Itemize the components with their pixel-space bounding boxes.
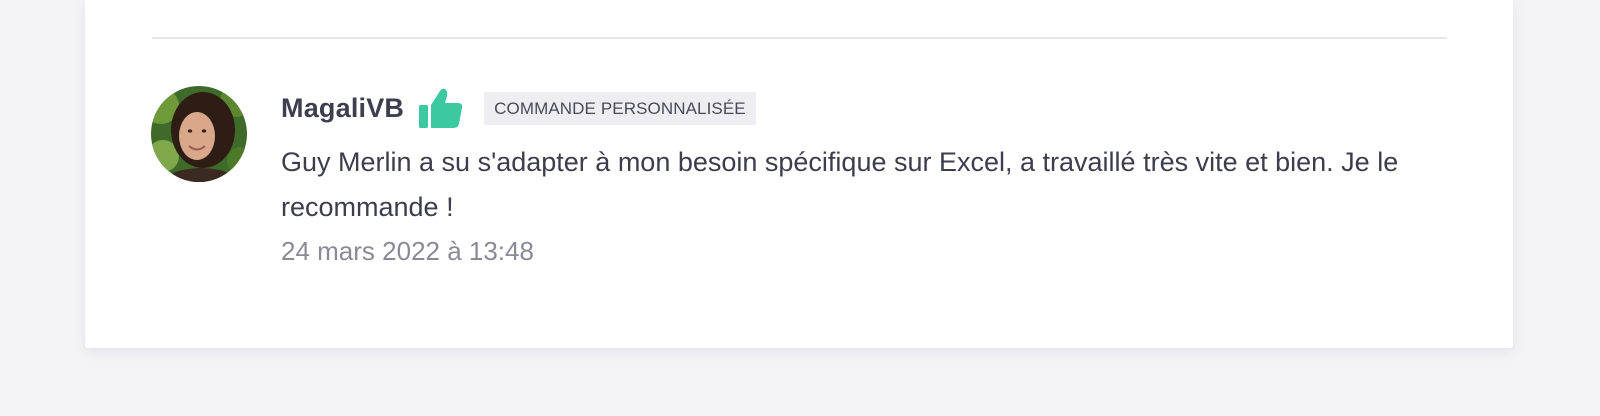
review-text: Guy Merlin a su s'adapter à mon besoin s… — [281, 147, 1399, 222]
avatar[interactable] — [151, 86, 247, 182]
divider — [152, 37, 1447, 39]
review-header: MagaliVB COMMANDE PERSONNALISÉE — [281, 86, 1441, 130]
thumbs-up-icon — [418, 87, 464, 129]
order-type-badge: COMMANDE PERSONNALISÉE — [484, 91, 756, 125]
author-name[interactable]: MagaliVB — [281, 93, 404, 124]
review-content: MagaliVB COMMANDE PERSONNALISÉE Guy Merl… — [281, 86, 1441, 267]
review-date: 24 mars 2022 à 13:48 — [281, 236, 534, 266]
review-card: MagaliVB COMMANDE PERSONNALISÉE Guy Merl… — [85, 0, 1513, 348]
